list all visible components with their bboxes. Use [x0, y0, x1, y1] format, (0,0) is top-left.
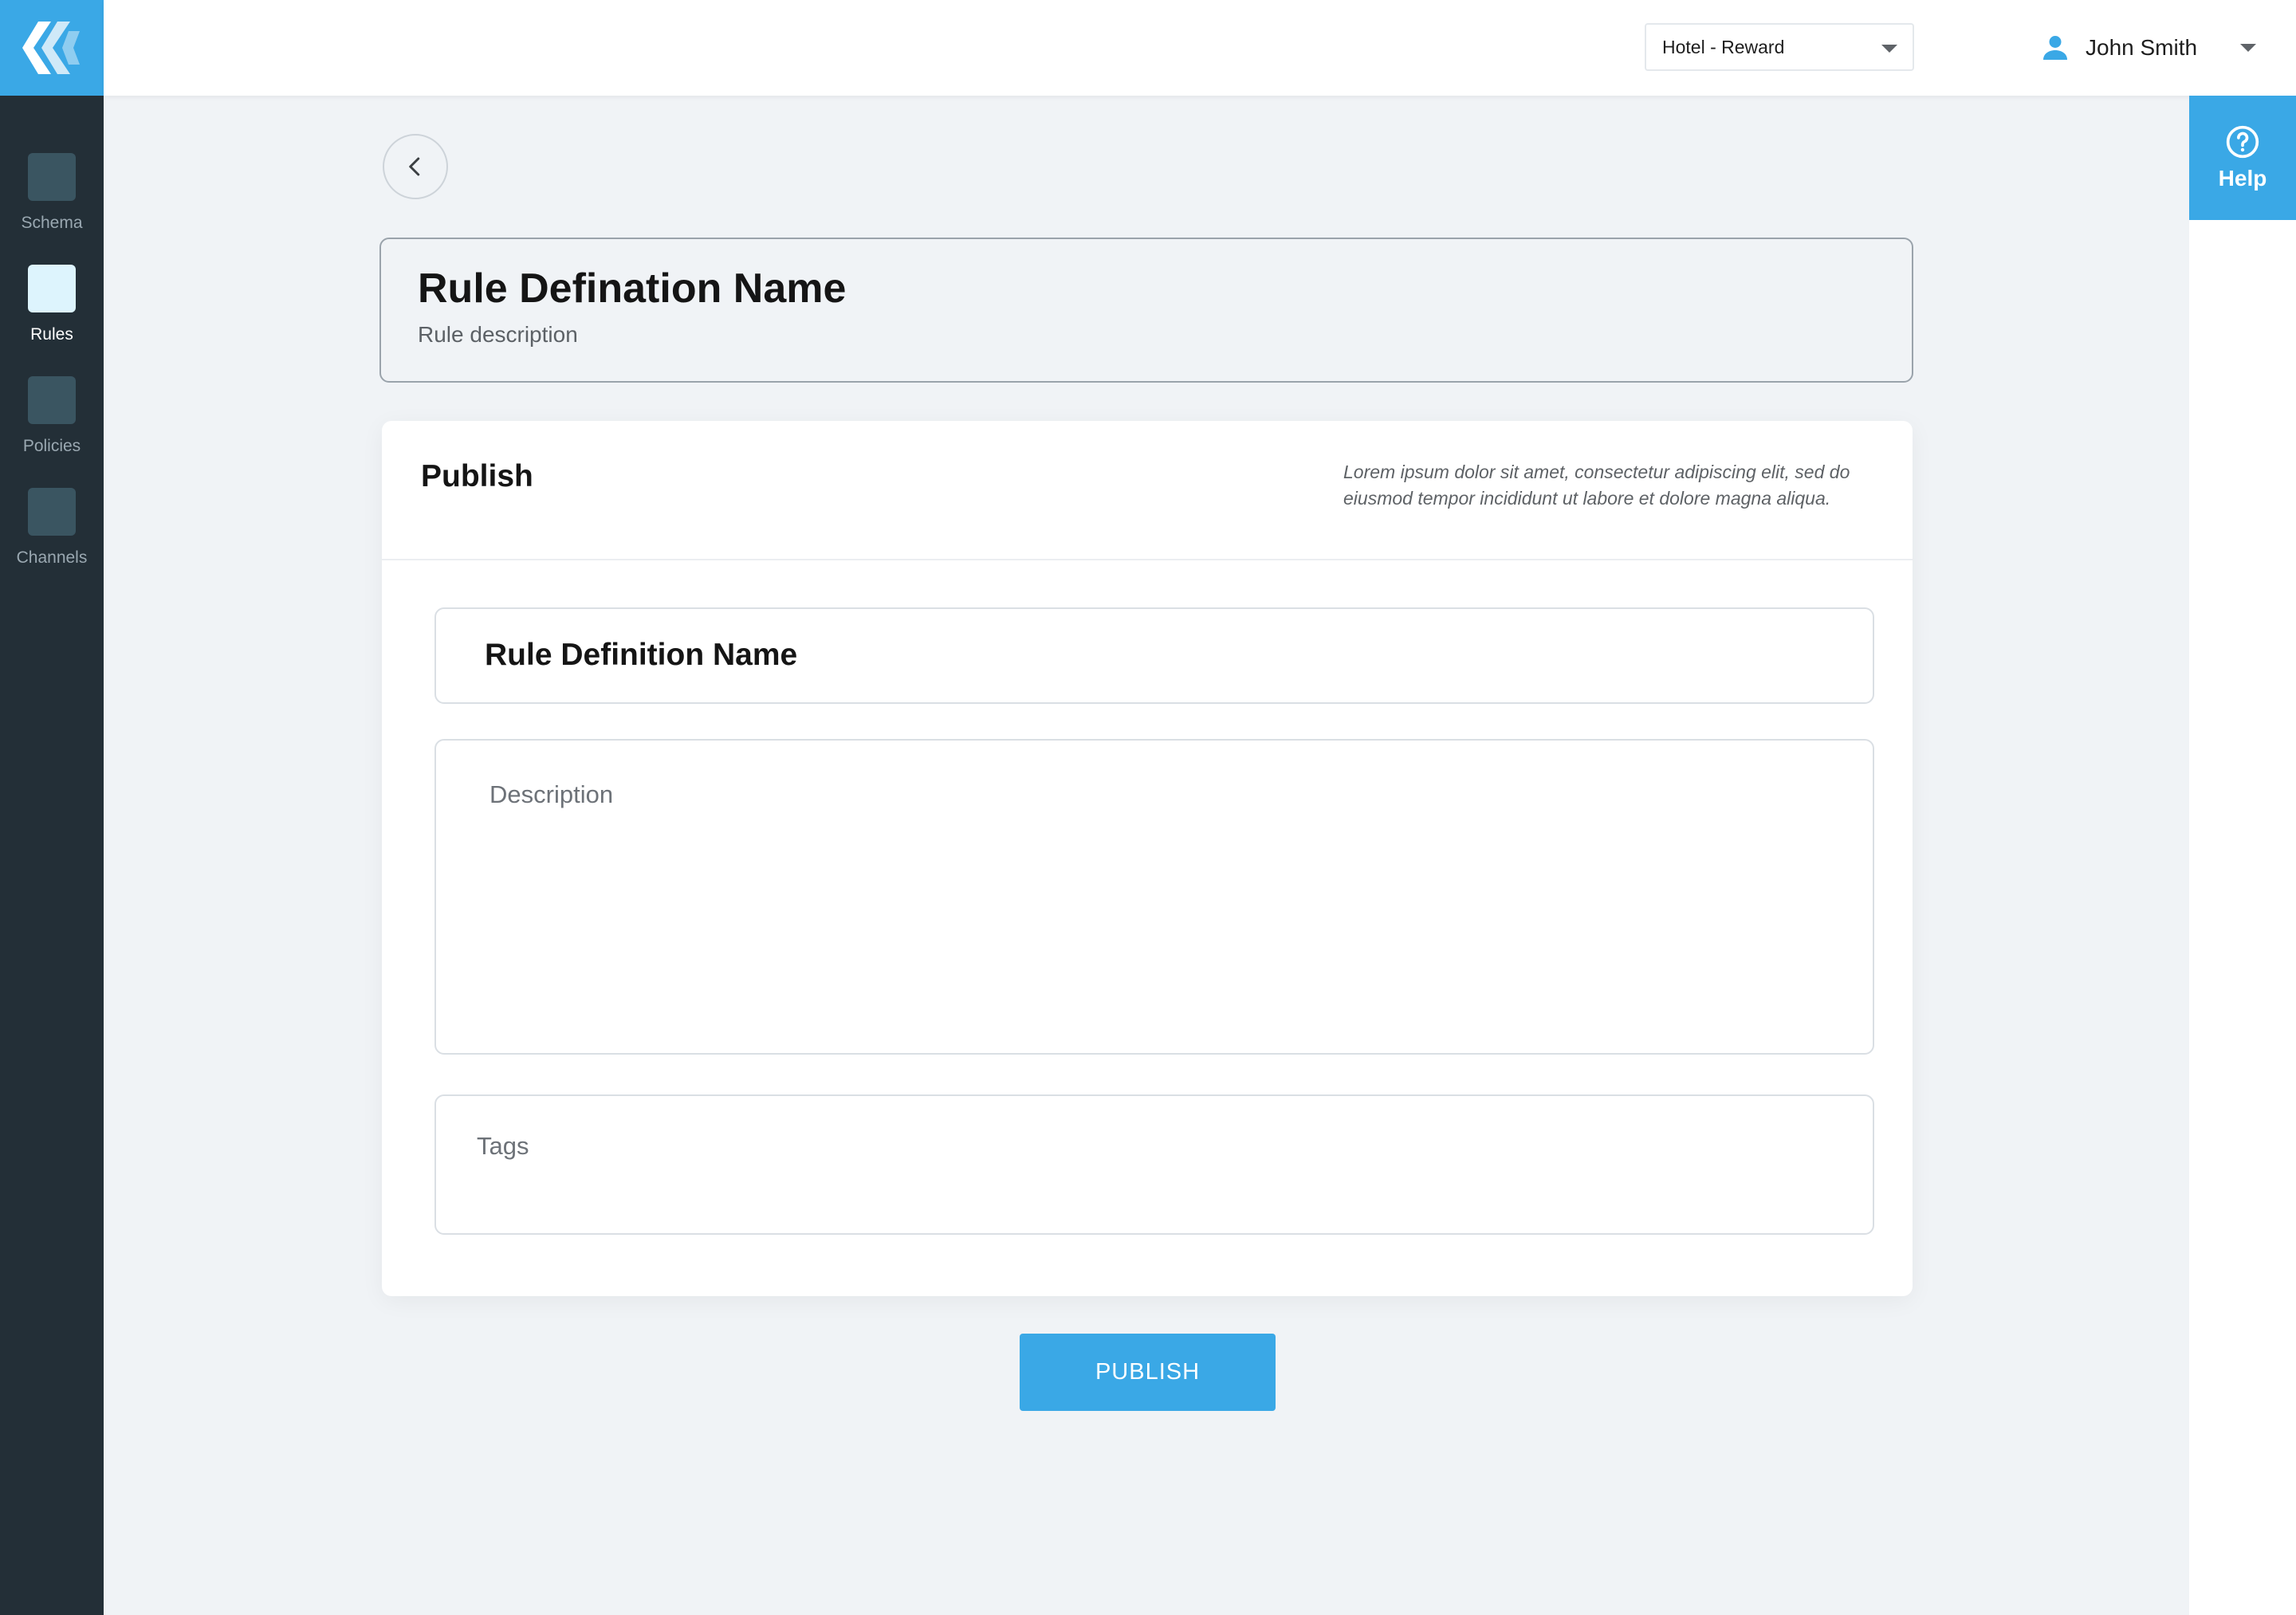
tags-input[interactable]: Tags [434, 1094, 1874, 1235]
back-button[interactable] [383, 134, 448, 199]
tags-placeholder: Tags [477, 1132, 529, 1160]
project-select-value: Hotel - Reward [1662, 36, 1785, 57]
chevron-left-icon [409, 157, 420, 176]
project-select[interactable]: Hotel - Reward [1645, 23, 1914, 71]
description-textarea[interactable]: Description [434, 739, 1874, 1055]
publish-card: Publish Lorem ipsum dolor sit amet, cons… [382, 421, 1913, 1296]
publish-card-note: Lorem ipsum dolor sit amet, consectetur … [1343, 459, 1885, 512]
chevron-down-icon [1881, 45, 1897, 53]
publish-card-note-line: Lorem ipsum dolor sit amet, consectetur … [1343, 462, 1850, 482]
user-name: John Smith [2086, 35, 2198, 60]
question-circle-icon [2226, 125, 2259, 159]
sidebar-item-schema[interactable]: Schema [0, 153, 104, 233]
rule-header-card: Rule Defination Name Rule description [379, 238, 1913, 383]
publish-button[interactable]: PUBLISH [1020, 1334, 1276, 1411]
help-button[interactable]: Help [2189, 96, 2296, 220]
brand-logo[interactable] [0, 0, 104, 96]
rules-icon [28, 265, 76, 312]
right-rail [2189, 220, 2296, 1615]
sidebar-item-channels[interactable]: Channels [0, 488, 104, 568]
top-bar [104, 0, 2296, 96]
sidebar-item-label: Channels [16, 548, 88, 567]
brand-chevron-logo [22, 22, 80, 74]
rule-title: Rule Defination Name [418, 265, 847, 312]
publish-card-title: Publish [421, 459, 533, 493]
sidebar-item-rules[interactable]: Rules [0, 265, 104, 344]
channels-icon [28, 488, 76, 536]
schema-icon [28, 153, 76, 201]
user-menu[interactable]: John Smith [2041, 24, 2264, 72]
sidebar-item-label: Schema [21, 214, 83, 232]
user-icon [2043, 36, 2067, 60]
publish-card-header: Publish Lorem ipsum dolor sit amet, cons… [382, 421, 1913, 560]
sidebar-item-policies[interactable]: Policies [0, 376, 104, 456]
sidebar: Schema Rules Policies Channels [0, 0, 104, 1615]
rule-name-field[interactable]: Rule Definition Name [434, 607, 1874, 704]
rule-description: Rule description [418, 322, 578, 347]
sidebar-item-label: Policies [22, 437, 81, 455]
policies-icon [28, 376, 76, 424]
help-label: Help [2218, 166, 2267, 191]
description-placeholder: Description [489, 780, 614, 808]
rule-name-value: Rule Definition Name [485, 638, 798, 672]
sidebar-item-label: Rules [30, 325, 73, 344]
publish-card-note-line: eiusmod tempor incididunt ut labore et d… [1343, 488, 1831, 509]
chevron-down-icon [2240, 44, 2256, 52]
